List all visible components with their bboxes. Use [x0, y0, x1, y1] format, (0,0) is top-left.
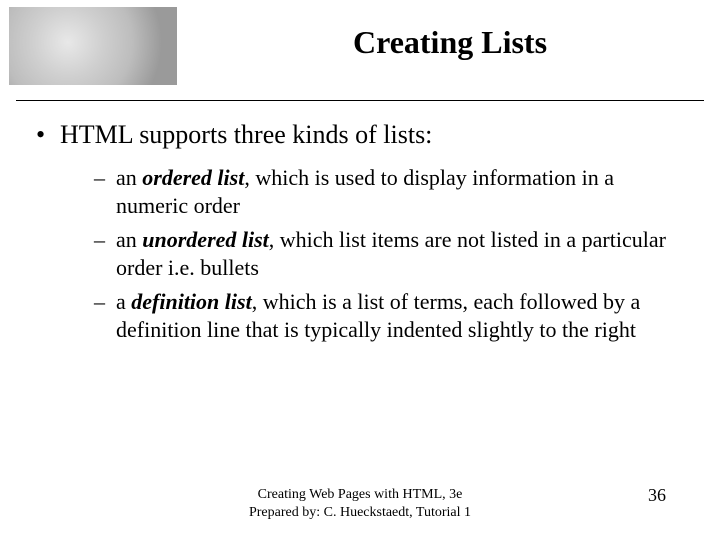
bullet-icon: • [36, 120, 60, 150]
list-item: – an ordered list, which is used to disp… [94, 164, 684, 220]
list-item-text: an unordered list, which list items are … [116, 226, 676, 282]
list-item-text: a definition list, which is a list of te… [116, 288, 676, 344]
slide: Creating Lists • HTML supports three kin… [0, 0, 720, 540]
slide-body: • HTML supports three kinds of lists: – … [36, 120, 684, 350]
dash-icon: – [94, 164, 116, 192]
divider [16, 100, 704, 101]
list-item: – a definition list, which is a list of … [94, 288, 684, 344]
slide-footer: Creating Web Pages with HTML, 3e Prepare… [0, 486, 720, 526]
list-item: • HTML supports three kinds of lists: [36, 120, 684, 150]
list-item: – an unordered list, which list items ar… [94, 226, 684, 282]
sub-list: – an ordered list, which is used to disp… [94, 164, 684, 344]
slide-title: Creating Lists [200, 24, 700, 61]
dash-icon: – [94, 288, 116, 316]
list-item-text: HTML supports three kinds of lists: [60, 120, 432, 150]
page-number: 36 [648, 485, 666, 506]
header-image [8, 6, 178, 86]
footer-text: Creating Web Pages with HTML, 3e Prepare… [0, 486, 720, 522]
slide-header: Creating Lists [0, 0, 720, 100]
dash-icon: – [94, 226, 116, 254]
list-item-text: an ordered list, which is used to displa… [116, 164, 676, 220]
